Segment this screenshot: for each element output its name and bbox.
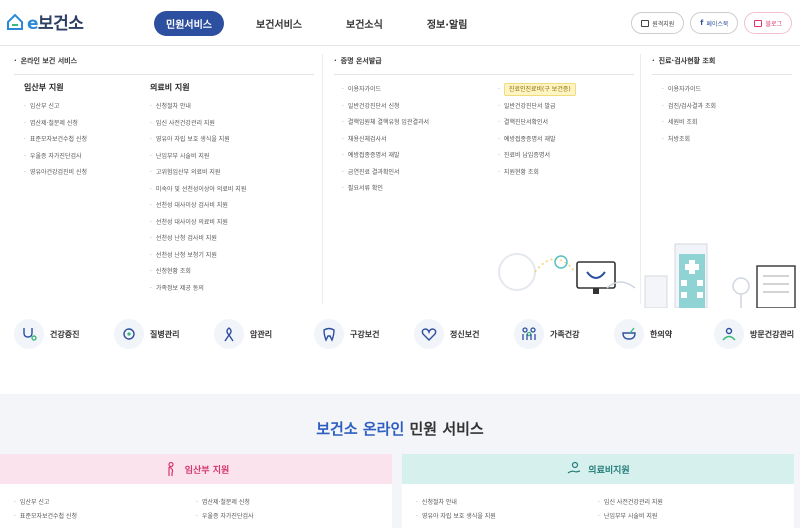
main-nav: 민원서비스 보건서비스 보건소식 정보·알림 bbox=[154, 11, 499, 36]
category-row: 건강증진 질병관리 암관리 구강보건 정신보건 가족건강 한의약 방문건강관리 bbox=[0, 310, 800, 358]
logo[interactable]: e보건소 bbox=[6, 9, 84, 34]
menu-item[interactable]: 미숙아 및 선천성이상아 의료비 지원 bbox=[150, 182, 246, 199]
menu-item[interactable]: 임신 사전건강관리 지원 bbox=[150, 116, 246, 133]
menu-item[interactable]: 세원비 조회 bbox=[662, 115, 716, 132]
menu-item-highlighted[interactable]: 진료인진료비(구 보건증) bbox=[498, 82, 576, 99]
logo-text: e보건소 bbox=[27, 14, 84, 34]
card-link[interactable]: 영유아 자립 보호 생식을 지원 bbox=[416, 510, 598, 524]
hand-coin-icon bbox=[567, 461, 581, 474]
heart-icon bbox=[414, 319, 444, 349]
card-link[interactable]: 표준모자보건수첩 신청 bbox=[14, 510, 196, 524]
section-title-certificate: 증명 온서발급 bbox=[334, 56, 382, 66]
header: e보건소 민원서비스 보건서비스 보건소식 정보·알림 원격지원 f 페이스북 … bbox=[0, 0, 800, 46]
house-logo-icon bbox=[7, 13, 23, 30]
pregnant-icon bbox=[168, 461, 174, 476]
category-cancer-care[interactable]: 암관리 bbox=[200, 319, 300, 349]
menu-item[interactable]: 이용자가이드 bbox=[342, 82, 429, 99]
column-separator bbox=[322, 54, 323, 304]
section-divider bbox=[652, 74, 792, 75]
menu-item[interactable]: 엽산제·철분제 신청 bbox=[24, 116, 87, 133]
category-family-health[interactable]: 가족건강 bbox=[500, 319, 600, 349]
category-oriental-medicine[interactable]: 한의약 bbox=[600, 319, 700, 349]
monitor-icon bbox=[641, 19, 650, 27]
menu-column-certificate-b: 진료인진료비(구 보건증) 일반건강진단서 발급 결핵진단서확인서 예방접종증명… bbox=[498, 82, 576, 181]
mega-menu: 온라인 보건 서비스 증명 온서발급 진료·검사현황 조회 임산부 지원 임산부… bbox=[0, 46, 800, 308]
menu-column-results: 이용자가이드 검진/검사결과 조회 세원비 조회 처방조회 bbox=[662, 82, 716, 148]
tooth-icon bbox=[314, 319, 344, 349]
menu-item[interactable]: 채용신체검사서 bbox=[342, 132, 429, 149]
card-header[interactable]: 임산부 지원 bbox=[0, 454, 392, 484]
utility-buttons: 원격지원 f 페이스북 블로그 bbox=[631, 12, 792, 34]
category-health-promotion[interactable]: 건강증진 bbox=[0, 319, 100, 349]
card-link[interactable]: 임산부 신고 bbox=[14, 496, 196, 510]
column-heading: 임산부 지원 bbox=[24, 83, 64, 92]
card-pregnancy-support: 임산부 지원 임산부 신고 표준모자보건수첩 신청 엽산제·철분제 신청 우울증… bbox=[0, 454, 392, 528]
menu-column-certificate-a: 이용자가이드 일반건강진단서 신청 결핵임원체 결핵유형 임관결과서 채용신체검… bbox=[342, 82, 429, 198]
nav-info[interactable]: 정보·알림 bbox=[415, 11, 480, 36]
nav-civil-service[interactable]: 민원서비스 bbox=[154, 11, 224, 36]
category-visit-care[interactable]: 방문건강관리 bbox=[700, 319, 800, 349]
menu-item[interactable]: 우울증 자가진단검사 bbox=[24, 149, 87, 166]
menu-item[interactable]: 일반건강진단서 신청 bbox=[342, 99, 429, 116]
mortar-icon bbox=[614, 319, 644, 349]
menu-item[interactable]: 일반건강진단서 발급 bbox=[498, 99, 576, 116]
family-icon bbox=[514, 319, 544, 349]
category-mental-health[interactable]: 정신보건 bbox=[400, 319, 500, 349]
menu-item[interactable]: 신청현황 조회 bbox=[150, 264, 246, 281]
menu-item[interactable]: 필요서류 확인 bbox=[342, 181, 429, 198]
menu-item[interactable]: 결핵진단서확인서 bbox=[498, 115, 576, 132]
section-heading: 보건소 온라인 민원 서비스 bbox=[316, 420, 484, 438]
menu-item[interactable]: 지원현황 조회 bbox=[498, 165, 576, 182]
card-medical-cost-support: 의료비지원 신청절차 안내 영유아 자립 보호 생식을 지원 임신 사전건강관리… bbox=[402, 454, 794, 528]
card-link[interactable]: 우울증 자가진단검사 bbox=[196, 510, 378, 524]
menu-column-pregnancy: 임산부 지원 임산부 신고 엽산제·철분제 신청 표준모자보건수첩 신청 우울증… bbox=[24, 82, 87, 182]
section-divider bbox=[14, 74, 314, 75]
menu-item[interactable]: 고위험임산부 의료비 지원 bbox=[150, 165, 246, 182]
menu-item[interactable]: 선천성 대사이상 의료비 지원 bbox=[150, 215, 246, 232]
card-header[interactable]: 의료비지원 bbox=[402, 454, 794, 484]
menu-item[interactable]: 영유아 자립 보호 생식을 지원 bbox=[150, 132, 246, 149]
section-title-online: 온라인 보건 서비스 bbox=[14, 56, 77, 66]
menu-item[interactable]: 처방조회 bbox=[662, 132, 716, 149]
facebook-button[interactable]: f 페이스북 bbox=[690, 12, 739, 34]
card-link[interactable]: 엽산제·철분제 신청 bbox=[196, 496, 378, 510]
menu-column-medical-cost: 의료비 지원 신청절차 안내 임신 사전건강관리 지원 영유아 자립 보호 생식… bbox=[150, 82, 246, 297]
card-link[interactable]: 신청절차 안내 bbox=[416, 496, 598, 510]
virus-icon bbox=[114, 319, 144, 349]
menu-item[interactable]: 난임부부 시술비 지원 bbox=[150, 149, 246, 166]
menu-item[interactable]: 이용자가이드 bbox=[662, 82, 716, 99]
remote-support-button[interactable]: 원격지원 bbox=[631, 12, 685, 34]
column-heading: 의료비 지원 bbox=[150, 83, 190, 92]
menu-item[interactable]: 결핵임원체 결핵유형 임관결과서 bbox=[342, 115, 429, 132]
menu-item[interactable]: 임산부 신고 bbox=[24, 99, 87, 116]
menu-item[interactable]: 진료비 납입증명서 bbox=[498, 148, 576, 165]
category-oral-health[interactable]: 구강보건 bbox=[300, 319, 400, 349]
stethoscope-icon bbox=[14, 319, 44, 349]
blog-icon bbox=[754, 19, 763, 27]
blog-button[interactable]: 블로그 bbox=[744, 12, 792, 34]
menu-item[interactable]: 가족정보 제공 동의 bbox=[150, 281, 246, 298]
menu-item[interactable]: 표준모자보건수첩 신청 bbox=[24, 132, 87, 149]
menu-item[interactable]: 선천성 난청 검사비 지원 bbox=[150, 231, 246, 248]
menu-item[interactable]: 금연진료 결과확인서 bbox=[342, 165, 429, 182]
card-link[interactable]: 난임부부 시술비 지원 bbox=[598, 510, 780, 524]
category-disease-control[interactable]: 질병관리 bbox=[100, 319, 200, 349]
menu-item[interactable]: 검진/검사결과 조회 bbox=[662, 99, 716, 116]
nav-health-service[interactable]: 보건서비스 bbox=[244, 11, 314, 36]
section-title-results: 진료·검사현황 조회 bbox=[652, 56, 716, 66]
visit-care-icon bbox=[714, 319, 744, 349]
ribbon-icon bbox=[214, 319, 244, 349]
facebook-icon: f bbox=[700, 19, 704, 27]
nav-health-news[interactable]: 보건소식 bbox=[334, 11, 395, 36]
menu-item[interactable]: 예방접종증명서 재발 bbox=[498, 132, 576, 149]
section-divider bbox=[334, 74, 634, 75]
city-hospital-illustration bbox=[498, 243, 796, 308]
menu-item[interactable]: 예방접종증명서 재발 bbox=[342, 148, 429, 165]
online-service-section: 보건소 온라인 민원 서비스 임산부 지원 임산부 신고 표준모자보건수첩 신청… bbox=[0, 394, 800, 528]
menu-item[interactable]: 영유아건강검진비 신청 bbox=[24, 165, 87, 182]
card-link[interactable]: 임신 사전건강관리 지원 bbox=[598, 496, 780, 510]
menu-item[interactable]: 선천성 난청 보청기 지원 bbox=[150, 248, 246, 265]
menu-item[interactable]: 신청절차 안내 bbox=[150, 99, 246, 116]
menu-item[interactable]: 선천성 대사이상 검사비 지원 bbox=[150, 198, 246, 215]
